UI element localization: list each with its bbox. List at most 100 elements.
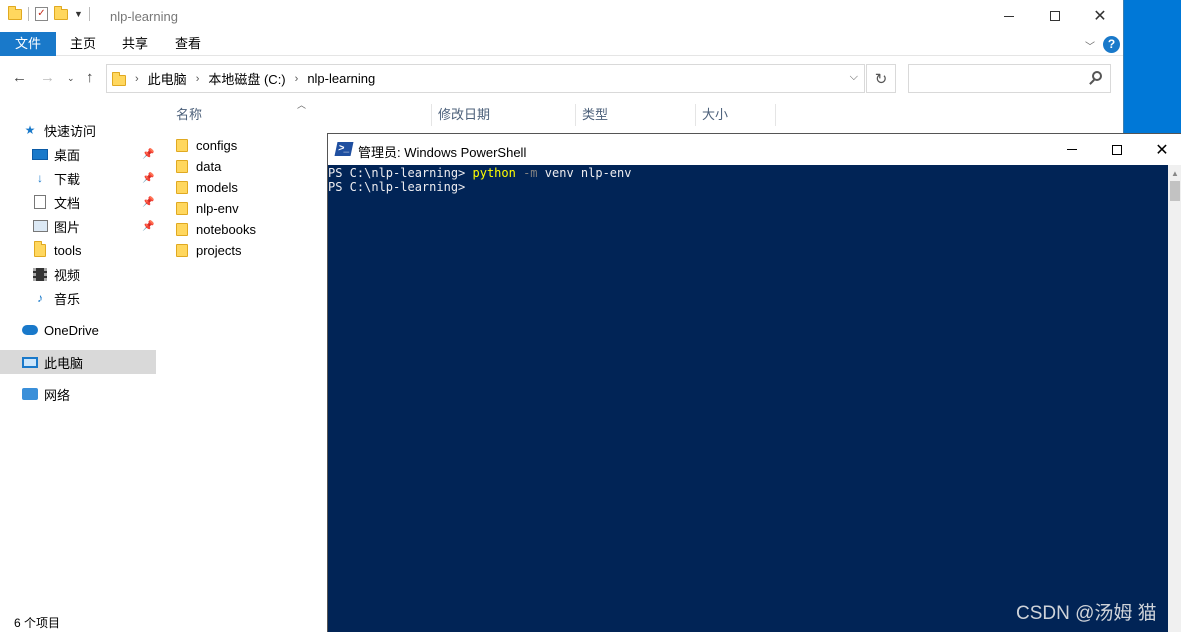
list-item[interactable]: configs [176, 135, 237, 156]
file-name: projects [196, 243, 242, 258]
sidebar-item-tools[interactable]: tools [32, 238, 188, 262]
breadcrumb-nlp-learning[interactable]: nlp-learning [307, 71, 375, 86]
close-icon: ✕ [1155, 141, 1169, 159]
file-name: models [196, 180, 238, 195]
folder-icon [32, 240, 48, 257]
sidebar-item-label: 图片 [54, 219, 81, 235]
maximize-button[interactable] [1032, 0, 1078, 32]
file-name: nlp-env [196, 201, 239, 216]
sidebar-item-onedrive[interactable]: OneDrive [22, 318, 178, 342]
picture-icon [32, 219, 48, 233]
minimize-icon [1067, 149, 1077, 150]
pin-icon[interactable]: 📌 [142, 149, 154, 160]
status-bar-item-count: 6 个项目 [14, 616, 61, 630]
vertical-scrollbar[interactable]: ▲ [1168, 165, 1181, 632]
console-arguments: venv nlp-env [537, 166, 632, 180]
breadcrumb-local-disk[interactable]: 本地磁盘 (C:) [208, 69, 285, 88]
folder-icon [176, 244, 188, 257]
tab-file[interactable]: 文件 [0, 32, 56, 56]
folder-icon [8, 5, 22, 20]
column-header-name[interactable]: 名称 [170, 100, 430, 130]
pin-icon[interactable]: 📌 [142, 173, 154, 184]
pin-icon[interactable]: 📌 [142, 221, 154, 232]
properties-icon[interactable]: ✓ [35, 7, 48, 21]
watermark: CSDN @汤姆 猫 [1016, 603, 1157, 624]
sidebar-item-network[interactable]: 网络 [22, 382, 178, 406]
minimize-button[interactable] [1049, 134, 1095, 165]
navigation-bar: ← → ⌄ ↑ › 此电脑 › 本地磁盘 (C:) › nlp-learning… [0, 57, 1123, 99]
column-header-size[interactable]: 大小 [696, 100, 774, 130]
forward-button[interactable]: → [40, 69, 55, 86]
customize-toolbar-icon[interactable]: ▼ [74, 9, 83, 19]
close-button[interactable]: ✕ [1139, 134, 1181, 165]
sidebar-item-pictures[interactable]: 图片 📌 [32, 214, 188, 238]
powershell-titlebar[interactable]: >_ 管理员: Windows PowerShell ✕ [328, 134, 1181, 165]
minimize-button[interactable] [986, 0, 1032, 32]
console-parameter: -m [515, 166, 538, 180]
maximize-button[interactable] [1094, 134, 1140, 165]
chevron-down-icon[interactable]: ⌵ [850, 71, 858, 84]
sidebar-item-label: 音乐 [54, 291, 81, 307]
list-item[interactable]: data [176, 156, 221, 177]
sidebar-item-label: 下载 [54, 171, 81, 187]
ribbon-tabs: 文件 主页 共享 查看 ﹀ ? [0, 32, 1123, 56]
console-line: PS C:\nlp-learning> python -m venv nlp-e… [328, 166, 1168, 180]
sidebar-item-documents[interactable]: 文档 📌 [32, 190, 188, 214]
folder-icon [176, 202, 188, 215]
breadcrumb-this-pc[interactable]: 此电脑 [148, 69, 187, 88]
file-name: data [196, 159, 222, 174]
powershell-window[interactable]: >_ 管理员: Windows PowerShell ✕ PS C:\nlp-l… [327, 133, 1181, 632]
chevron-right-icon: › [135, 72, 139, 85]
scroll-up-icon[interactable]: ▲ [1171, 169, 1179, 178]
close-icon: ✕ [1093, 8, 1107, 25]
scrollbar-thumb[interactable] [1170, 181, 1180, 201]
sidebar-item-downloads[interactable]: ↓ 下载 📌 [32, 166, 188, 190]
toolbar-divider [28, 7, 29, 21]
list-item[interactable]: models [176, 177, 238, 198]
cloud-icon [22, 323, 38, 337]
column-header-type[interactable]: 类型 [576, 100, 694, 130]
sidebar-item-music[interactable]: ♪ 音乐 [32, 286, 188, 310]
tab-view[interactable]: 查看 [161, 32, 215, 56]
sidebar-item-desktop[interactable]: 桌面 📌 [32, 142, 188, 166]
address-bar[interactable]: › 此电脑 › 本地磁盘 (C:) › nlp-learning ⌵ [106, 64, 865, 93]
pin-icon[interactable]: 📌 [142, 197, 154, 208]
search-input[interactable] [908, 64, 1111, 93]
expand-ribbon-icon[interactable]: ﹀ [1085, 38, 1095, 53]
sidebar-item-label: 视频 [54, 267, 81, 283]
folder-icon [112, 72, 126, 86]
maximize-icon [1050, 11, 1060, 21]
console-output[interactable]: PS C:\nlp-learning> python -m venv nlp-e… [328, 165, 1168, 632]
tab-share[interactable]: 共享 [108, 32, 162, 56]
sidebar-item-label: OneDrive [44, 322, 99, 338]
music-icon: ♪ [37, 291, 43, 305]
folder-icon [176, 139, 188, 152]
column-divider[interactable] [775, 104, 776, 126]
up-button[interactable]: ↑ [86, 69, 94, 86]
new-folder-icon[interactable] [54, 5, 68, 20]
console-command: python [472, 166, 516, 180]
powershell-title: 管理员: Windows PowerShell [358, 145, 527, 160]
close-button[interactable]: ✕ [1077, 0, 1123, 32]
quick-access-toolbar: ✓ ▼ [8, 5, 90, 21]
list-item[interactable]: notebooks [176, 219, 256, 240]
help-icon[interactable]: ? [1103, 36, 1120, 53]
refresh-button[interactable]: ↻ [866, 64, 896, 93]
download-icon: ↓ [37, 171, 43, 185]
console-line: PS C:\nlp-learning> [328, 180, 1168, 194]
chevron-right-icon: › [294, 72, 299, 85]
sidebar-item-this-pc[interactable]: 此电脑 [0, 350, 156, 374]
star-icon: ★ [24, 123, 36, 137]
navigation-pane: ★ 快速访问 桌面 📌 ↓ 下载 📌 文档 📌 图片 📌 tools 视频 ♪ … [0, 110, 158, 610]
sidebar-item-videos[interactable]: 视频 [32, 262, 188, 286]
list-item[interactable]: projects [176, 240, 242, 261]
tab-home[interactable]: 主页 [56, 32, 110, 56]
sidebar-item-label: 网络 [44, 387, 71, 403]
sidebar-item-quick-access[interactable]: ★ 快速访问 [22, 118, 178, 142]
recent-locations-button[interactable]: ⌄ [67, 73, 75, 84]
explorer-titlebar: ✓ ▼ nlp-learning ✕ [0, 0, 1123, 32]
back-button[interactable]: ← [12, 69, 27, 86]
minimize-icon [1004, 15, 1014, 17]
column-header-date-modified[interactable]: 修改日期 [432, 100, 574, 130]
list-item[interactable]: nlp-env [176, 198, 239, 219]
